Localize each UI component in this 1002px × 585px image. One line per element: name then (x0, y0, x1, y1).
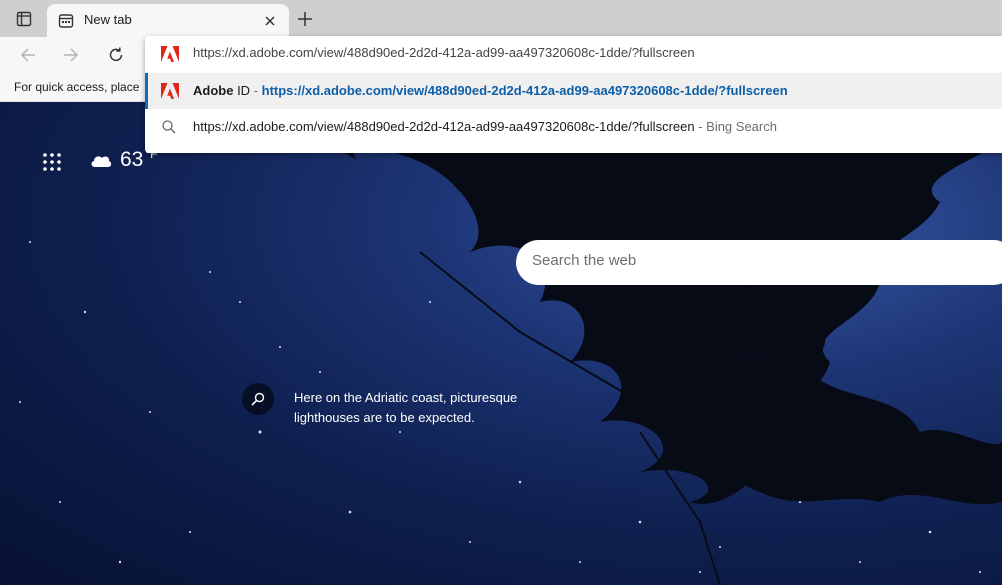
image-info-button[interactable] (242, 383, 274, 415)
tab-new-tab[interactable]: New tab (47, 4, 289, 37)
new-tab-icon (58, 14, 74, 28)
suggestion-text: Adobe ID - https://xd.adobe.com/view/488… (193, 83, 788, 98)
tab-strip: New tab (0, 0, 1002, 37)
suggestion-site-suffix: ID (233, 83, 251, 98)
suggestion-url: https://xd.adobe.com/view/488d90ed-2d2d-… (261, 83, 788, 98)
plus-icon (298, 12, 312, 26)
web-search-box[interactable] (516, 240, 1002, 285)
web-search-input[interactable] (532, 252, 992, 269)
weather-temperature: 63 (120, 148, 144, 171)
new-tab-button[interactable] (292, 7, 318, 31)
close-tab-button[interactable] (259, 10, 281, 32)
refresh-button[interactable] (103, 42, 129, 68)
suggestion-search-engine: - Bing Search (694, 119, 777, 134)
favorites-bar-hint: For quick access, place your favorites h… (14, 80, 140, 94)
tree-silhouette (19, 102, 1002, 585)
address-bar-dropdown: Adobe ID - https://xd.adobe.com/view/488… (145, 36, 1002, 153)
forward-arrow-icon (64, 48, 79, 62)
adobe-icon (161, 46, 179, 62)
tab-title: New tab (84, 12, 132, 27)
back-button[interactable] (15, 42, 41, 68)
magnifier-icon (251, 392, 265, 406)
suggestion-adobe-id[interactable]: Adobe ID - https://xd.adobe.com/view/488… (145, 73, 1002, 109)
refresh-icon (109, 47, 123, 62)
search-icon (162, 120, 176, 134)
suggestion-text: https://xd.adobe.com/view/488d90ed-2d2d-… (193, 119, 777, 134)
suggestion-site-name: Adobe (193, 83, 234, 98)
back-arrow-icon (20, 48, 35, 62)
cloud-icon (91, 156, 112, 167)
close-icon (265, 16, 275, 26)
suggestion-separator: - (250, 83, 262, 98)
forward-button[interactable] (58, 42, 84, 68)
suggestion-query: https://xd.adobe.com/view/488d90ed-2d2d-… (193, 119, 695, 134)
apps-launcher-button[interactable] (42, 152, 62, 177)
tab-actions-icon (16, 11, 32, 27)
image-caption: Here on the Adriatic coast, picturesque … (294, 390, 518, 425)
adobe-icon (161, 83, 179, 99)
grid-dots-icon (43, 153, 61, 171)
address-bar-input[interactable] (193, 45, 983, 60)
address-bar[interactable] (145, 36, 1002, 73)
suggestion-bing-search[interactable]: https://xd.adobe.com/view/488d90ed-2d2d-… (145, 109, 1002, 145)
background-image (0, 102, 1002, 585)
tab-actions-button[interactable] (8, 7, 40, 31)
